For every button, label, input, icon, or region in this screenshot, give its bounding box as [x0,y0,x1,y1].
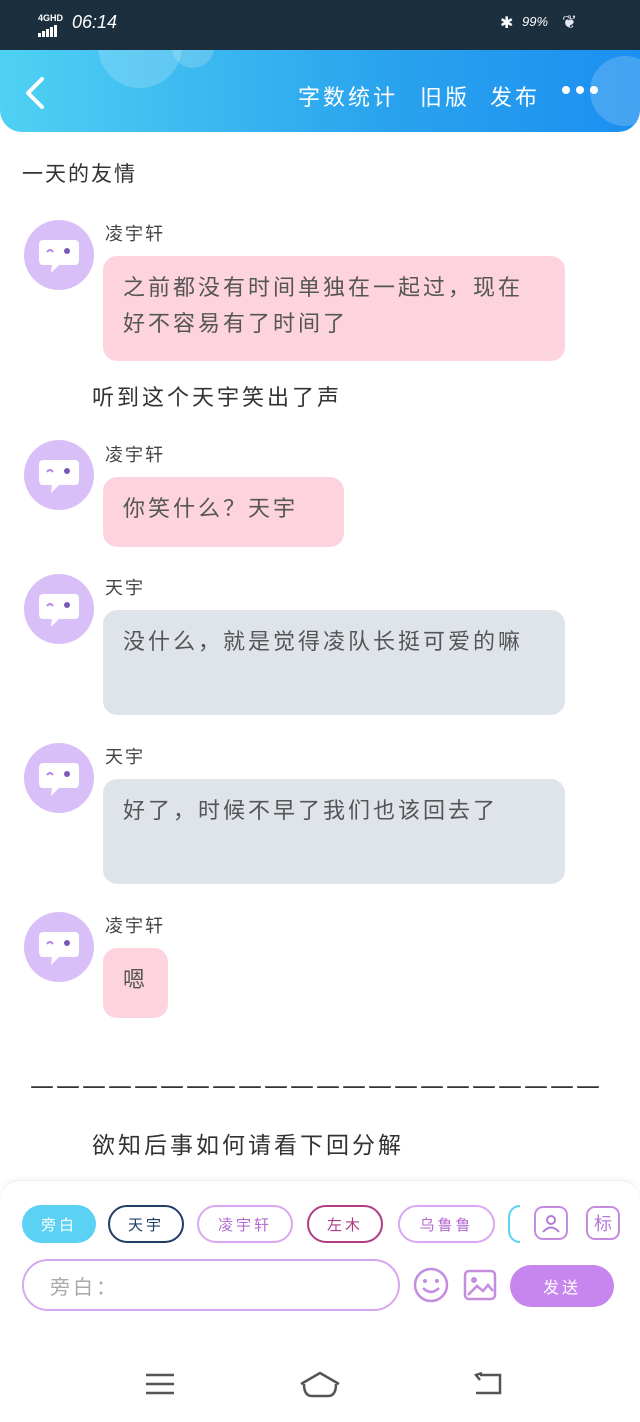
clock: 06:14 [72,12,118,32]
chat-bubble-icon [39,240,79,273]
speaker-name: 凌宇轩 [105,224,165,245]
label-button[interactable]: 标 [586,1206,620,1240]
message-bubble: 之前都没有时间单独在一起过，现在好不容易有了时间了 [103,256,565,361]
role-chip[interactable]: 乌鲁鲁 [398,1205,495,1243]
role-chip-narrator[interactable]: 旁白 [22,1205,96,1243]
avatar[interactable] [24,912,94,982]
role-chip-partial[interactable] [508,1205,520,1243]
avatar[interactable] [24,440,94,510]
role-chip[interactable]: 凌宇轩 [197,1205,293,1243]
message-bubble: 嗯 [103,948,168,1018]
chat-bubble-icon [39,594,79,627]
old-version-button[interactable]: 旧版 [420,80,470,112]
home-icon[interactable] [298,1370,342,1400]
speaker-name: 凌宇轩 [105,445,165,466]
emoji-icon[interactable] [413,1267,449,1303]
decor-bubble [98,50,182,88]
narration: 听到这个天宇笑出了声 [92,386,343,411]
ending-text: 欲知后事如何请看下回分解 [92,1133,404,1159]
menu-icon[interactable] [144,1370,176,1398]
message-bubble: 没什么，就是觉得凌队长挺可爱的嘛 [103,610,565,715]
back-icon[interactable] [22,76,48,110]
avatar[interactable] [24,743,94,813]
message-bubble: 好了，时候不早了我们也该回去了 [103,779,565,884]
message-input[interactable]: 旁白： [22,1259,400,1311]
role-chip[interactable]: 左木 [307,1205,383,1243]
role-chip[interactable]: 天宇 [108,1205,184,1243]
bluetooth-icon: ✱ [500,15,514,32]
message-bubble: 你笑什么？天宇 [103,477,344,547]
chat-bubble-icon [39,763,79,796]
more-icon[interactable] [562,86,602,96]
speaker-name: 凌宇轩 [105,916,165,937]
avatar[interactable] [24,574,94,644]
signal-icon [38,25,63,37]
person-icon [542,1215,560,1233]
section-divider: —————————————————————— [30,1072,602,1100]
battery-level: 99% [522,14,549,29]
butterfly-icon: ❦ [562,12,578,32]
add-character-button[interactable] [534,1206,568,1240]
publish-button[interactable]: 发布 [490,80,540,112]
network-indicator: 4GHD [38,14,63,37]
avatar[interactable] [24,220,94,290]
chat-bubble-icon [39,932,79,965]
composer-panel: 旁白 天宇 凌宇轩 左木 乌鲁鲁 标 旁白： 发送 [0,1180,640,1349]
image-icon[interactable] [462,1267,498,1303]
send-button[interactable]: 发送 [510,1265,614,1307]
network-type: 4GHD [38,13,64,23]
back-nav-icon[interactable] [472,1370,504,1398]
chat-bubble-icon [39,460,79,493]
system-nav-bar [0,1348,640,1422]
decor-bubble [172,50,214,68]
status-bar: 4GHD 06:14 ✱ 99% ❦ [0,0,640,50]
top-nav: 字数统计 旧版 发布 [0,50,640,132]
story-title: 一天的友情 [22,162,137,186]
speaker-name: 天宇 [105,747,145,768]
word-count-button[interactable]: 字数统计 [298,80,398,112]
speaker-name: 天宇 [105,578,145,599]
